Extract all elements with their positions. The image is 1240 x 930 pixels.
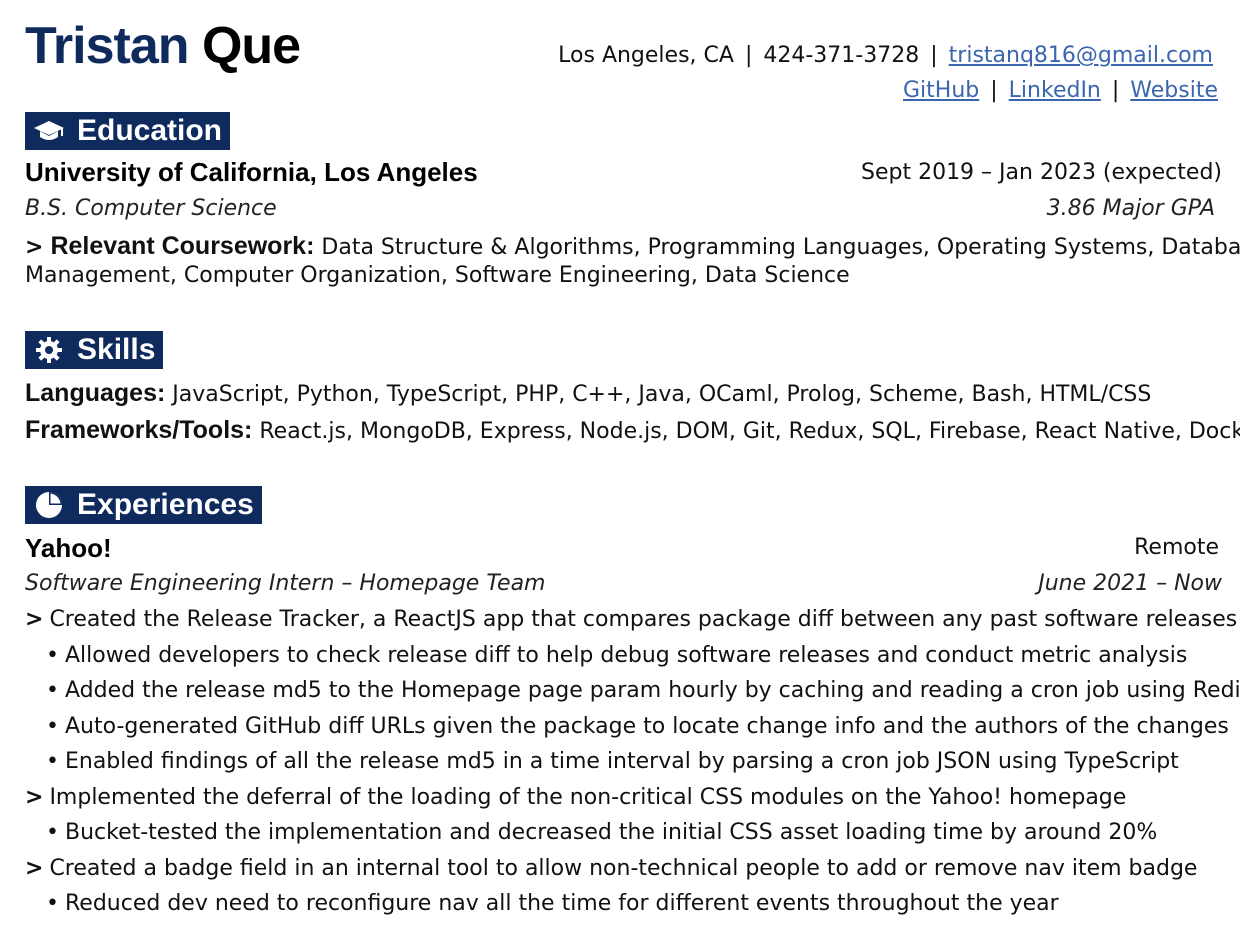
- list-item: > Created the Release Tracker, a ReactJS …: [25, 605, 1237, 635]
- skills-heading: Skills: [25, 331, 164, 369]
- list-item: • Allowed developers to check release dif…: [46, 641, 1187, 671]
- list-item-text: Created the Release Tracker, a ReactJS a…: [49, 607, 1238, 632]
- last-name: Que: [201, 17, 301, 75]
- gear-icon: [33, 334, 65, 366]
- bullet-marker: •: [46, 749, 59, 774]
- arrow-marker: >: [25, 855, 44, 881]
- list-item-text: Allowed developers to check release diff…: [64, 642, 1188, 668]
- languages-line: Languages: JavaScript, Python, TypeScrip…: [25, 378, 1151, 410]
- list-item: > Created a badge field in an internal to…: [25, 854, 1197, 884]
- email-link[interactable]: tristanq816@gmail.com: [949, 43, 1213, 68]
- gpa-text: 3.86 Major GPA: [1046, 196, 1215, 221]
- company-location: Remote: [1134, 535, 1219, 560]
- list-item: • Reduced dev need to reconfigure nav all…: [46, 889, 1059, 919]
- education-dates: Sept 2019 – Jan 2023 (expected): [860, 160, 1222, 185]
- list-item: • Auto-generated GitHub diff URLs given t…: [46, 712, 1229, 742]
- education-title: Education: [77, 114, 223, 147]
- frameworks-line: Frameworks/Tools: React.js, MongoDB, Exp…: [25, 415, 1240, 447]
- role-title: Software Engineering Intern – Homepage T…: [25, 571, 546, 596]
- experiences-heading: Experiences: [25, 486, 262, 524]
- separator: |: [744, 43, 753, 68]
- separator: |: [930, 43, 938, 68]
- contact-line: Los Angeles, CA | 424-371-3728 | tristan…: [558, 40, 1213, 72]
- location-text: Los Angeles, CA: [558, 43, 734, 68]
- coursework-line: > Relevant Coursework: Data Structure & …: [25, 231, 1240, 263]
- bullet-marker: •: [46, 642, 59, 668]
- bullet-marker: •: [46, 713, 59, 739]
- list-item: • Added the release md5 to the Homepage p…: [46, 676, 1240, 706]
- resume-page: Tristan Que Los Angeles, CA | 424-371-37…: [0, 0, 1240, 930]
- list-item-text: Auto-generated GitHub diff URLs given th…: [64, 713, 1229, 739]
- phone-text: 424-371-3728: [763, 43, 920, 68]
- role-dates: June 2021 – Now: [1038, 571, 1222, 596]
- list-item: • Bucket-tested the implementation and de…: [46, 818, 1157, 848]
- list-item-text: Implemented the deferral of the loading …: [49, 784, 1127, 810]
- coursework-text-2: Management, Computer Organization, Softw…: [25, 263, 850, 288]
- company-name: Yahoo!: [25, 533, 112, 563]
- bullet-marker: •: [46, 820, 59, 845]
- arrow-marker: >: [25, 607, 44, 632]
- frameworks-text: React.js, MongoDB, Express, Node.js, DOM…: [259, 419, 1240, 444]
- github-link[interactable]: GitHub: [903, 78, 979, 103]
- languages-text: JavaScript, Python, TypeScript, PHP, C++…: [172, 382, 1152, 407]
- experiences-title: Experiences: [77, 488, 254, 521]
- coursework-marker: >: [25, 235, 44, 260]
- coursework-label: Relevant Coursework:: [50, 232, 315, 260]
- degree-text: B.S. Computer Science: [25, 196, 277, 221]
- pie-chart-icon: [33, 489, 65, 521]
- separator: |: [1111, 78, 1120, 103]
- bullet-marker: •: [46, 678, 59, 703]
- frameworks-label: Frameworks/Tools:: [25, 416, 253, 444]
- list-item-text: Enabled findings of all the release md5 …: [64, 749, 1179, 774]
- candidate-name: Tristan Que: [25, 16, 301, 76]
- arrow-marker: >: [25, 784, 44, 810]
- skills-title: Skills: [77, 333, 156, 366]
- linkedin-link[interactable]: LinkedIn: [1009, 78, 1101, 103]
- coursework-text-1: Data Structure & Algorithms, Programming…: [321, 235, 1240, 260]
- list-item: • Enabled findings of all the release md5…: [46, 747, 1179, 777]
- profile-links: GitHub | LinkedIn | Website: [903, 75, 1218, 107]
- separator: |: [990, 78, 998, 103]
- website-link[interactable]: Website: [1130, 78, 1218, 103]
- school-name: University of California, Los Angeles: [25, 157, 478, 187]
- languages-label: Languages:: [25, 379, 166, 407]
- list-item-text: Created a badge field in an internal too…: [49, 855, 1198, 881]
- list-item-text: Reduced dev need to reconfigure nav all …: [64, 891, 1059, 916]
- education-heading: Education: [25, 112, 231, 150]
- bullet-marker: •: [46, 891, 59, 916]
- graduation-cap-icon: [33, 115, 65, 147]
- list-item-text: Bucket-tested the implementation and dec…: [64, 820, 1158, 845]
- list-item: > Implemented the deferral of the loading…: [25, 783, 1126, 813]
- list-item-text: Added the release md5 to the Homepage pa…: [64, 678, 1240, 703]
- first-name: Tristan: [25, 17, 189, 75]
